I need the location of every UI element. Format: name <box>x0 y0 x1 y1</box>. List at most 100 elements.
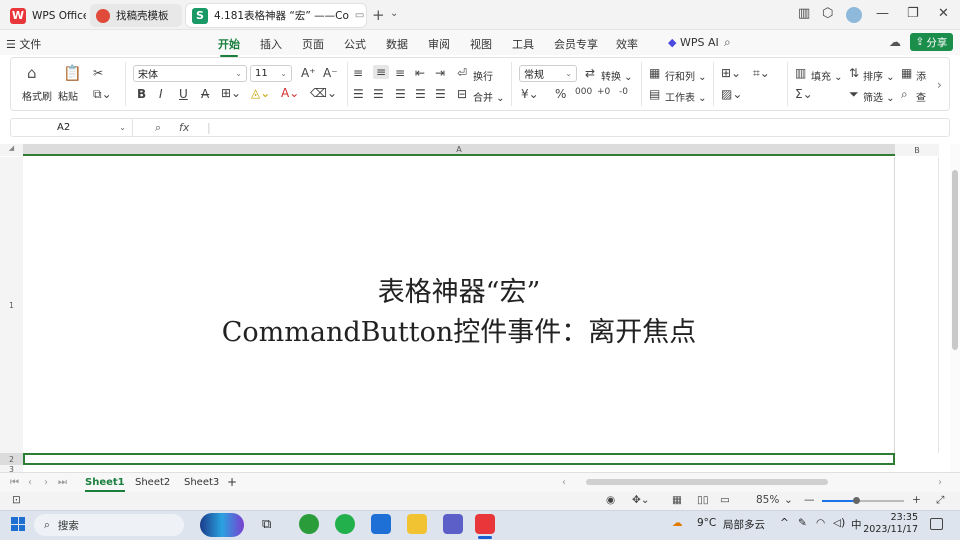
wifi-icon[interactable]: ◠ <box>816 517 825 529</box>
next-sheet-icon[interactable]: › <box>44 477 48 488</box>
new-tab-icon[interactable]: + <box>372 6 385 24</box>
sheet-tab-1[interactable]: Sheet1 <box>85 477 125 492</box>
align-center-icon[interactable]: ☰ <box>373 87 384 101</box>
bold-icon[interactable]: B <box>137 87 146 101</box>
format-painter-label[interactable]: 格式刷 <box>22 88 52 103</box>
align-top-icon[interactable]: ≡ <box>353 66 363 80</box>
border-icon[interactable]: ⊞⌄ <box>221 86 241 100</box>
weather-desc[interactable]: 局部多云 <box>723 517 765 532</box>
system-clock[interactable]: 23:35 2023/11/17 <box>862 512 918 536</box>
tray-expand-icon[interactable]: ^ <box>780 517 789 529</box>
fullscreen-icon[interactable]: ⤢ <box>936 494 944 507</box>
document-tab[interactable]: S 4.181表格神器 “宏” ——Co ▭ ● <box>186 4 366 27</box>
menu-data[interactable]: 数据 <box>386 36 408 52</box>
last-sheet-icon[interactable]: ⏭ <box>58 477 67 488</box>
align-bottom-icon[interactable]: ≡ <box>395 66 405 80</box>
wrap-text-label[interactable]: 换行 <box>473 68 493 83</box>
table-style-icon[interactable]: ⊞⌄ <box>721 66 741 80</box>
menu-tools[interactable]: 工具 <box>512 36 534 52</box>
notification-icon[interactable] <box>930 518 943 530</box>
merge-icon[interactable]: ⊟ <box>457 87 467 101</box>
close-window-icon[interactable]: ✕ <box>938 6 949 21</box>
add-icon[interactable]: ▦ <box>901 66 912 80</box>
number-format-select[interactable]: 常规 ⌄ <box>519 65 577 82</box>
sheet-tab-3[interactable]: Sheet3 <box>184 477 219 488</box>
menu-insert[interactable]: 插入 <box>260 36 282 52</box>
zoom-dropdown-icon[interactable]: ⌄ <box>784 494 793 506</box>
convert-label[interactable]: 转换 ⌄ <box>601 68 633 83</box>
column-header-b[interactable]: B <box>895 144 939 156</box>
menu-file[interactable]: ☰ 文件 <box>6 36 41 52</box>
browser-app-icon[interactable] <box>299 514 319 534</box>
rows-cols-icon[interactable]: ▦ <box>649 66 660 80</box>
menu-review[interactable]: 审阅 <box>428 36 450 52</box>
pen-icon[interactable]: ✎ <box>798 517 807 529</box>
row-header-1[interactable]: 1 <box>0 157 23 453</box>
menu-formula[interactable]: 公式 <box>344 36 366 52</box>
name-box-chevron-icon[interactable]: ⌄ <box>119 123 126 132</box>
insert-function-icon[interactable]: fx <box>179 121 189 134</box>
sum-icon[interactable]: Σ⌄ <box>795 87 813 101</box>
rows-cols-label[interactable]: 行和列 ⌄ <box>665 68 707 83</box>
filter-label[interactable]: 筛选 ⌄ <box>863 89 895 104</box>
strikethrough-icon[interactable]: A <box>201 87 209 101</box>
percent-icon[interactable]: % <box>555 87 566 101</box>
scroll-right-icon[interactable]: › <box>938 477 942 488</box>
input-method[interactable]: 中 <box>851 517 862 532</box>
italic-icon[interactable]: I <box>159 87 163 101</box>
vertical-scroll-thumb[interactable] <box>952 170 958 350</box>
restore-icon[interactable]: ❐ <box>907 6 919 21</box>
copilot-icon[interactable] <box>200 513 244 537</box>
fill-color-icon[interactable]: ◬⌄ <box>251 86 270 100</box>
distribute-icon[interactable]: ☰ <box>435 87 446 101</box>
paste-icon[interactable]: 📋 <box>63 64 82 82</box>
prev-sheet-icon[interactable]: ‹ <box>28 477 32 488</box>
fill-icon[interactable]: ▥ <box>795 66 806 80</box>
scroll-left-icon[interactable]: ‹ <box>562 477 566 488</box>
cut-icon[interactable]: ✂ <box>93 66 103 80</box>
file-explorer-app-icon[interactable] <box>407 514 427 534</box>
cell-a1[interactable]: 表格神器“宏” CommandButton控件事件：离开焦点 <box>23 157 895 453</box>
normal-view-icon[interactable]: ▦ <box>672 494 682 506</box>
menu-wps-ai[interactable]: ◆ WPS AI <box>668 36 719 49</box>
weather-icon[interactable]: ☁ <box>672 517 683 529</box>
thousands-icon[interactable]: 000 <box>575 87 592 97</box>
windows-start-icon[interactable] <box>11 517 25 531</box>
align-middle-icon[interactable]: ≡ <box>373 65 390 79</box>
align-left-icon[interactable]: ☰ <box>353 87 364 101</box>
add-sheet-icon[interactable]: + <box>227 475 237 489</box>
taskbar-search[interactable]: ⌕ 搜索 <box>34 514 184 536</box>
currency-icon[interactable]: ¥⌄ <box>521 87 539 101</box>
wrap-text-icon[interactable]: ⏎ <box>457 66 467 80</box>
select-all-corner[interactable]: ◢ <box>0 144 23 156</box>
column-header-a[interactable]: A <box>23 144 895 156</box>
align-right-icon[interactable]: ☰ <box>395 87 406 101</box>
wps-taskbar-icon[interactable] <box>475 514 495 534</box>
tab-list-chevron-icon[interactable]: ⌄ <box>390 8 398 19</box>
font-name-select[interactable]: 宋体 ⌄ <box>133 65 247 82</box>
paste-label[interactable]: 粘贴 <box>58 88 78 103</box>
zoom-out-icon[interactable]: — <box>804 494 815 506</box>
cloud-icon[interactable]: ☁ <box>889 35 901 49</box>
add-label[interactable]: 添 <box>916 68 926 83</box>
minimize-icon[interactable]: — <box>876 6 889 21</box>
worksheet-label[interactable]: 工作表 ⌄ <box>665 89 707 104</box>
conditional-format-icon[interactable]: ▨⌄ <box>721 87 742 101</box>
cell-reference[interactable]: A2 <box>57 122 70 133</box>
font-size-select[interactable]: 11 ⌄ <box>250 65 292 82</box>
underline-icon[interactable]: U <box>179 87 188 101</box>
sheet-tab-2[interactable]: Sheet2 <box>135 477 170 488</box>
worksheet-icon[interactable]: ▤ <box>649 87 660 101</box>
increase-font-icon[interactable]: A⁺ <box>301 66 316 80</box>
menu-view[interactable]: 视图 <box>470 36 492 52</box>
clear-format-icon[interactable]: ⌫⌄ <box>310 86 337 100</box>
zoom-slider-knob[interactable] <box>853 497 860 504</box>
merge-label[interactable]: 合并 ⌄ <box>473 89 505 104</box>
zoom-in-icon[interactable]: + <box>912 494 921 506</box>
eye-protection-icon[interactable]: ◉ <box>606 494 615 506</box>
template-tab[interactable]: 找稿壳模板 <box>90 4 182 27</box>
menu-page[interactable]: 页面 <box>302 36 324 52</box>
font-color-icon[interactable]: A⌄ <box>281 86 299 100</box>
sort-icon[interactable]: ⇅ <box>849 66 859 80</box>
indent-increase-icon[interactable]: ⇥ <box>435 66 445 80</box>
